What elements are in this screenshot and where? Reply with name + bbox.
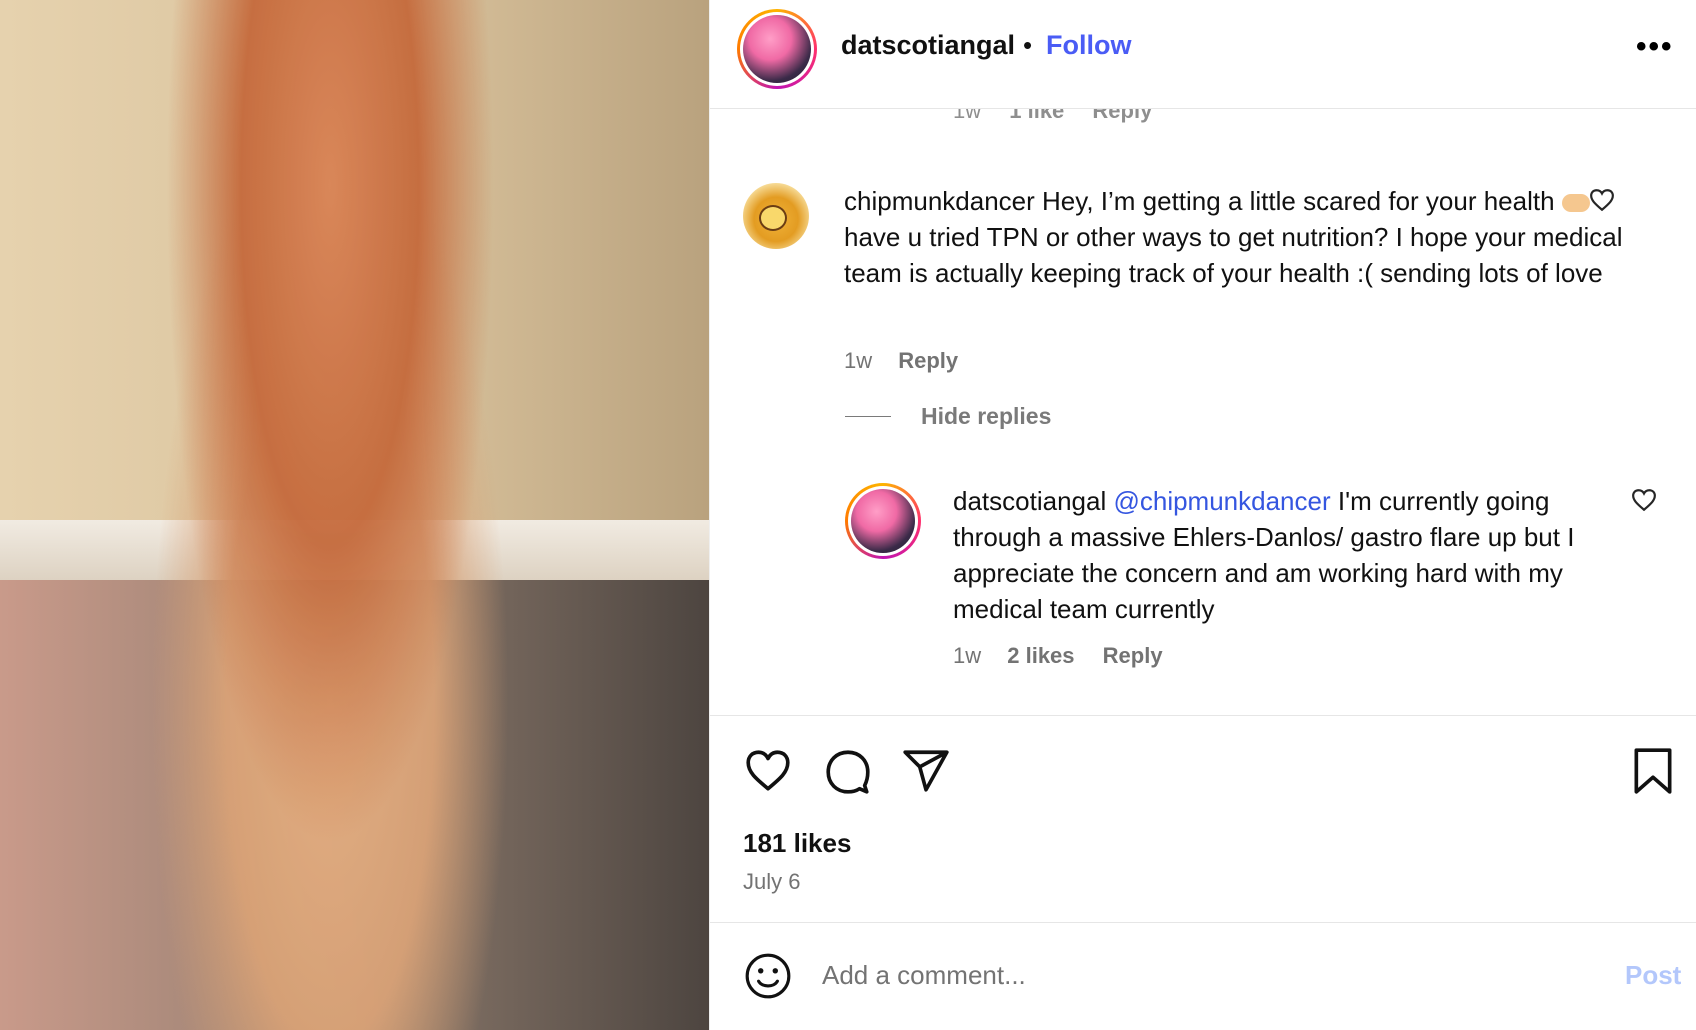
comment-input[interactable] <box>822 953 1522 997</box>
reply-meta: 1w 2 likes Reply <box>953 643 1185 669</box>
reply-likes[interactable]: 2 likes <box>1007 643 1074 668</box>
comment-author[interactable]: chipmunkdancer <box>844 186 1035 216</box>
reply-avatar-image <box>851 489 915 553</box>
comment-body: chipmunkdancer Hey, I’m getting a little… <box>844 183 1624 291</box>
author-avatar[interactable] <box>737 9 817 89</box>
avatar-image <box>743 15 811 83</box>
photo-subject <box>120 0 540 1030</box>
reply-author[interactable]: datscotiangal <box>953 486 1106 516</box>
follow-button[interactable]: Follow <box>1046 30 1131 61</box>
post-photo[interactable] <box>0 0 709 1030</box>
hide-replies-toggle[interactable]: Hide replies <box>845 403 1051 430</box>
share-paper-plane-icon[interactable] <box>901 746 951 796</box>
reply-time: 1w <box>953 643 982 668</box>
save-bookmark-icon[interactable] <box>1628 746 1678 796</box>
post-side-panel: datscotiangal • Follow ••• 1w 1 like Rep… <box>709 0 1696 1030</box>
more-options-icon[interactable]: ••• <box>1636 30 1674 64</box>
comment-meta: 1w Reply <box>844 348 980 374</box>
comment-text-part1: Hey, I’m getting a little scared for you… <box>1042 186 1555 216</box>
post-header: datscotiangal • Follow ••• <box>710 0 1696 109</box>
hide-replies-label: Hide replies <box>921 403 1052 429</box>
reply-body: datscotiangal @chipmunkdancer I'm curren… <box>953 483 1633 627</box>
post-date: July 6 <box>743 869 801 894</box>
reply-mention-link[interactable]: @chipmunkdancer <box>1113 486 1330 516</box>
reply-avatar-ring-inner <box>848 486 918 556</box>
instagram-post-view: datscotiangal • Follow ••• 1w 1 like Rep… <box>0 0 1696 1030</box>
commenter-avatar[interactable] <box>743 183 809 249</box>
comment-reply-button[interactable]: Reply <box>898 348 958 373</box>
author-username[interactable]: datscotiangal <box>841 30 1015 61</box>
comment-like-heart-icon[interactable] <box>1589 188 1615 212</box>
comment-text-part2: have u tried TPN or other ways to get nu… <box>844 222 1623 288</box>
reply-reply-button[interactable]: Reply <box>1103 643 1163 668</box>
like-heart-icon[interactable] <box>743 746 793 796</box>
heart-hands-icon <box>1561 194 1590 213</box>
comment-time: 1w <box>844 348 873 373</box>
post-actions-bar: 181 likes July 6 <box>710 715 1696 923</box>
emoji-smiley-icon[interactable] <box>743 951 793 1001</box>
avatar-dog-face <box>759 205 787 231</box>
separator-dot: • <box>1023 30 1033 60</box>
reply-like-heart-icon[interactable] <box>1631 488 1657 512</box>
reply-author-avatar[interactable] <box>845 483 921 559</box>
comments-list[interactable]: 1w 1 like Reply chipmunkdancer Hey, I’m … <box>710 90 1696 715</box>
hide-replies-line <box>845 416 891 417</box>
comment-bubble-icon[interactable] <box>823 746 873 796</box>
add-comment-bar: Post <box>710 923 1696 1030</box>
post-comment-button[interactable]: Post <box>1625 960 1681 991</box>
likes-count[interactable]: 181 likes <box>743 828 851 859</box>
avatar-ring-inner <box>740 12 814 86</box>
